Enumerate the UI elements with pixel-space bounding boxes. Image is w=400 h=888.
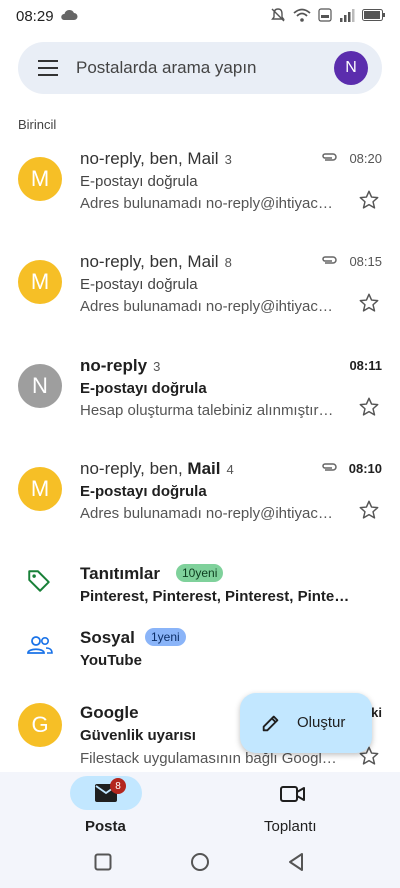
star-icon[interactable]: [358, 499, 380, 521]
email-row[interactable]: M no-reply, ben, Mail 3 08:20 E-postayı d…: [0, 149, 400, 261]
email-time: 08:11: [349, 358, 382, 373]
email-sender: no-reply, ben, Mail 3: [80, 149, 232, 168]
status-bar: 08:29: [0, 0, 400, 34]
category-promotions[interactable]: Tanıtımlar 10yeni Pinterest, Pinterest, …: [0, 564, 400, 624]
email-subject: E-postayı doğrula: [80, 276, 198, 293]
email-subject: E-postayı doğrula: [80, 173, 198, 190]
email-row[interactable]: M no-reply, ben, Mail 8 08:15 E-postayı d…: [0, 252, 400, 364]
section-label: Birincil: [18, 117, 57, 132]
email-row[interactable]: N no-reply 3 08:11 E-postayı doğrula Hesa…: [0, 356, 400, 468]
sender-avatar: N: [18, 364, 62, 408]
pencil-icon: [262, 715, 279, 732]
account-avatar[interactable]: N: [334, 51, 368, 85]
category-title: Sosyal: [80, 628, 135, 647]
attachment-icon: [322, 153, 337, 161]
compose-button[interactable]: Oluştur: [240, 693, 372, 753]
tag-icon: [28, 570, 50, 592]
email-snippet: Adres bulunamadı no-reply@ihtiyac…: [80, 298, 333, 315]
compose-label: Oluştur: [297, 714, 346, 731]
recents-icon[interactable]: [94, 853, 112, 871]
email-snippet: Hesap oluşturma talebiniz alınmıştır…: [80, 402, 334, 419]
menu-icon[interactable]: [38, 60, 58, 76]
home-icon[interactable]: [190, 852, 210, 872]
category-senders: YouTube: [80, 652, 142, 669]
email-sender: no-reply 3: [80, 356, 161, 375]
email-subject: E-postayı doğrula: [80, 380, 207, 397]
battery-icon: [362, 9, 385, 21]
people-icon: [27, 636, 53, 654]
attachment-icon: [322, 463, 337, 471]
email-time: 08:15: [349, 254, 382, 269]
email-snippet: Adres bulunamadı no-reply@ihtiyac…: [80, 505, 333, 522]
email-sender: Google: [80, 703, 139, 722]
email-sender: no-reply, ben, Mail 8: [80, 252, 232, 271]
thread-count: 3: [224, 152, 232, 167]
category-senders: Pinterest, Pinterest, Pinterest, Pinte…: [80, 588, 350, 605]
email-subject: E-postayı doğrula: [80, 483, 207, 500]
nav-mail-tab[interactable]: 8: [70, 776, 142, 810]
nav-meet-label[interactable]: Toplantı: [264, 818, 317, 835]
volte-icon: [318, 8, 332, 22]
email-time: 08:10: [348, 461, 382, 476]
new-count-badge: 10yeni: [176, 564, 224, 582]
sender-avatar: M: [18, 157, 62, 201]
wifi-icon: [293, 8, 311, 22]
system-navigation: [0, 842, 400, 882]
bottom-navigation: 8 Posta Toplantı: [0, 772, 400, 888]
star-icon[interactable]: [358, 292, 380, 314]
bell-off-icon: [271, 8, 285, 22]
status-time: 08:29: [16, 8, 54, 25]
sender-avatar: M: [18, 467, 62, 511]
thread-count: 8: [224, 255, 232, 270]
email-row[interactable]: M no-reply, ben, Mail 4 08:10 E-postayı d…: [0, 459, 400, 571]
nav-mail-label[interactable]: Posta: [85, 818, 126, 835]
attachment-icon: [322, 256, 337, 264]
email-subject: Güvenlik uyarısı: [80, 727, 196, 744]
star-icon[interactable]: [358, 396, 380, 418]
sender-avatar: M: [18, 260, 62, 304]
category-social[interactable]: Sosyal 1yeni YouTube: [0, 628, 400, 688]
video-camera-icon: [280, 786, 305, 802]
signal-icon: [340, 9, 355, 22]
new-count-badge: 1yeni: [145, 628, 186, 646]
thread-count: 3: [153, 359, 161, 374]
search-placeholder[interactable]: Postalarda arama yapın: [76, 58, 257, 78]
unread-badge: 8: [110, 778, 126, 794]
cloud-icon: [61, 9, 78, 20]
star-icon[interactable]: [358, 189, 380, 211]
thread-count: 4: [226, 462, 234, 477]
sender-avatar: G: [18, 703, 62, 747]
email-time: ki: [371, 705, 382, 720]
email-sender: no-reply, ben, Mail 4: [80, 459, 234, 478]
search-bar[interactable]: Postalarda arama yapın N: [18, 42, 382, 94]
back-icon[interactable]: [287, 852, 305, 872]
category-title: Tanıtımlar: [80, 564, 160, 583]
email-time: 08:20: [349, 151, 382, 166]
email-snippet: Adres bulunamadı no-reply@ihtiyac…: [80, 195, 333, 212]
